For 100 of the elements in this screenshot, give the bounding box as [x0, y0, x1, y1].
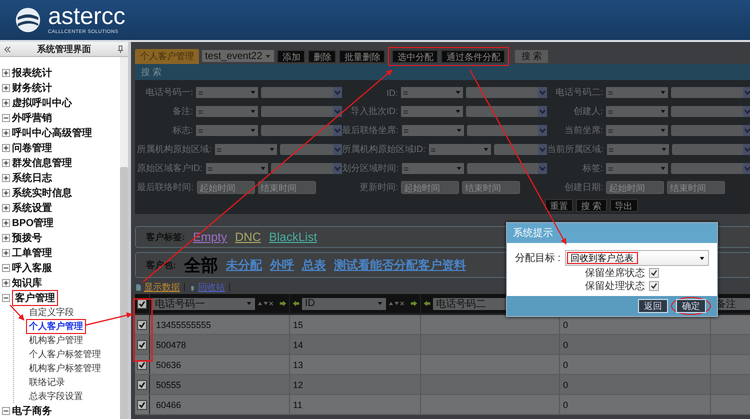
option-checkbox[interactable]: [649, 280, 659, 290]
chevron-icon: [333, 144, 342, 155]
value-combo-field[interactable]: [672, 144, 750, 155]
tree-toggle-icon[interactable]: [2, 174, 10, 182]
tree-toggle-icon[interactable]: [2, 144, 10, 152]
caret-icon: [246, 301, 252, 306]
menu-item[interactable]: 客户管理: [12, 290, 58, 306]
chevron-icon: [333, 106, 342, 117]
toolbar-button[interactable]: 删除: [308, 50, 336, 62]
caret-icon: [660, 128, 666, 133]
menu-item[interactable]: 问卷管理: [12, 140, 52, 154]
menu-item[interactable]: BPO管理: [12, 216, 54, 230]
value-combo-field[interactable]: [671, 106, 750, 117]
toolbar-button[interactable]: 通过条件分配: [441, 50, 506, 62]
row-checkbox[interactable]: [137, 320, 147, 330]
date-field[interactable]: 起始时间: [196, 181, 255, 194]
show-data-link[interactable]: 显示数据: [144, 280, 180, 294]
tree-toggle-icon[interactable]: [2, 278, 10, 286]
menu-item[interactable]: 虚拟呼叫中心: [12, 96, 72, 110]
search-button[interactable]: 重置: [545, 199, 573, 212]
pin-icon[interactable]: [116, 44, 125, 54]
date-field[interactable]: 结束时间: [667, 181, 725, 194]
move-left-icon[interactable]: [423, 300, 431, 307]
submenu-item[interactable]: 机构客户管理: [26, 332, 86, 348]
menu-item[interactable]: 呼叫中心高级管理: [12, 126, 92, 140]
tree-toggle-icon[interactable]: [2, 128, 10, 136]
value-combo-field[interactable]: [494, 144, 547, 155]
menu-item[interactable]: 预拨号: [12, 230, 42, 244]
row-checkbox[interactable]: [137, 400, 147, 410]
option-checkbox[interactable]: [649, 268, 659, 278]
value-combo-field[interactable]: [466, 106, 547, 117]
menu-item[interactable]: 群发信息管理: [12, 156, 72, 170]
menu-item[interactable]: 财务统计: [12, 80, 52, 94]
row-checkbox[interactable]: [137, 340, 147, 350]
tree-toggle-icon[interactable]: [2, 218, 10, 226]
tree-toggle-icon[interactable]: [2, 294, 10, 302]
tree-toggle-icon[interactable]: [2, 188, 10, 196]
tree-toggle-icon[interactable]: [2, 264, 10, 272]
submenu-item[interactable]: 机构客户标签管理: [26, 360, 104, 376]
value-combo-field[interactable]: [671, 163, 750, 174]
search-button[interactable]: 搜 索: [576, 199, 607, 212]
value-combo-field[interactable]: [671, 125, 750, 136]
value-combo-field[interactable]: [671, 87, 750, 98]
tree-toggle-icon[interactable]: [2, 98, 10, 106]
tree-toggle-icon[interactable]: [2, 114, 10, 122]
value-combo-field[interactable]: [466, 125, 547, 136]
move-right-icon[interactable]: [279, 300, 287, 307]
date-field[interactable]: 起始时间: [606, 181, 664, 194]
tree-toggle-icon[interactable]: [2, 68, 10, 76]
date-field[interactable]: 结束时间: [462, 181, 520, 194]
value-combo-field[interactable]: [466, 163, 547, 174]
menu-item[interactable]: 外呼营销: [12, 110, 52, 124]
event-select[interactable]: test_event22: [202, 50, 274, 62]
tree-toggle-icon[interactable]: [2, 234, 10, 242]
toolbar-button[interactable]: 添加: [277, 50, 306, 62]
table-cell: 11: [293, 400, 302, 410]
value-combo-field[interactable]: [261, 125, 342, 136]
menu-item[interactable]: 呼入客服: [12, 260, 52, 274]
scrollbar[interactable]: [120, 57, 128, 419]
date-field[interactable]: 起始时间: [401, 181, 459, 194]
tree-toggle-icon[interactable]: [2, 406, 10, 414]
tree-toggle-icon[interactable]: [2, 204, 10, 212]
submenu-item[interactable]: 自定义字段: [26, 304, 77, 320]
collapse-icon[interactable]: [3, 44, 12, 54]
tag-link[interactable]: BlackList: [269, 230, 318, 244]
row-checkbox[interactable]: [137, 380, 147, 390]
move-left-icon[interactable]: [292, 300, 300, 307]
menu-item[interactable]: 系统日志: [12, 170, 52, 184]
submenu-item[interactable]: 联络记录: [26, 374, 68, 390]
menu-item[interactable]: 系统实时信息: [12, 186, 72, 200]
tree-toggle-icon[interactable]: [2, 84, 10, 92]
menu-item[interactable]: 报表统计: [12, 66, 52, 80]
chevron-icon: [333, 125, 342, 136]
dialog-button[interactable]: 确定: [676, 299, 706, 313]
value-combo-field[interactable]: [270, 163, 342, 174]
dialog-button[interactable]: 返回: [638, 299, 668, 313]
field-label: 划分区域时间:: [342, 162, 399, 175]
menu-item[interactable]: 工单管理: [12, 246, 52, 260]
value-combo-field[interactable]: [466, 87, 547, 98]
tree-toggle-icon[interactable]: [2, 248, 10, 256]
value-combo-field[interactable]: [261, 106, 342, 117]
tag-link[interactable]: DNC: [235, 230, 262, 244]
menu-item[interactable]: 电子商务: [12, 404, 52, 418]
toolbar-button[interactable]: 选中分配: [392, 50, 438, 62]
menu-item[interactable]: 知识库: [12, 276, 42, 290]
field-label: 原始区域客户ID:: [137, 162, 203, 175]
value-combo-field[interactable]: [280, 144, 342, 155]
search-button[interactable]: 导出: [610, 199, 638, 212]
chevron-icon: [333, 163, 342, 174]
target-select[interactable]: 回收到客户总表: [564, 250, 709, 266]
toolbar-button[interactable]: 批量删除: [339, 50, 386, 62]
caret-icon: [455, 109, 461, 114]
submenu-item[interactable]: 个人客户标签管理: [26, 346, 104, 362]
menu-item[interactable]: 系统设置: [12, 200, 52, 214]
submenu-item[interactable]: 个人客户管理: [26, 318, 86, 334]
date-field[interactable]: 结束时间: [258, 181, 316, 194]
value-combo-field[interactable]: [261, 87, 342, 98]
tree-toggle-icon[interactable]: [2, 158, 10, 166]
move-right-icon[interactable]: [410, 300, 418, 307]
submenu-item[interactable]: 总表字段设置: [26, 388, 86, 404]
